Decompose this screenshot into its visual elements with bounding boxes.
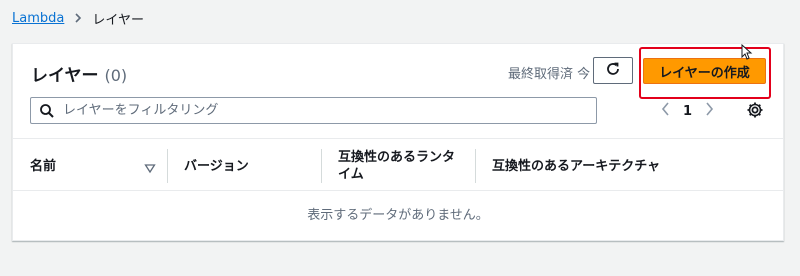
column-header-architectures[interactable]: 互換性のあるアーキテクチャ xyxy=(492,147,742,185)
divider xyxy=(13,138,783,139)
chevron-right-icon[interactable] xyxy=(704,102,714,120)
chevron-left-icon[interactable] xyxy=(661,102,671,120)
panel-header: レイヤー (0) xyxy=(31,61,128,86)
column-header-name[interactable]: 名前 xyxy=(30,147,140,185)
layer-count: (0) xyxy=(104,66,128,85)
column-header-version[interactable]: バージョン xyxy=(184,147,314,185)
mouse-cursor-icon xyxy=(741,43,753,60)
filter-search[interactable] xyxy=(30,97,597,124)
column-separator[interactable] xyxy=(475,149,476,183)
column-header-runtimes[interactable]: 互換性のあるランタイム xyxy=(338,147,468,185)
refresh-icon xyxy=(605,61,621,81)
gear-icon[interactable] xyxy=(746,101,764,119)
refresh-button[interactable] xyxy=(593,57,633,84)
sort-down-icon[interactable] xyxy=(144,159,156,174)
chevron-right-icon xyxy=(72,12,84,24)
layers-panel: レイヤー (0) 最終取得済 今 レイヤーの作成 1 xyxy=(12,43,784,241)
page-number[interactable]: 1 xyxy=(683,104,692,119)
divider xyxy=(13,190,783,191)
breadcrumb-current: レイヤー xyxy=(92,12,144,28)
last-fetched-text: 最終取得済 今 xyxy=(508,67,591,82)
column-separator[interactable] xyxy=(167,149,168,183)
empty-state-text: 表示するデータがありません。 xyxy=(307,208,489,223)
column-separator[interactable] xyxy=(321,149,322,183)
create-layer-button[interactable]: レイヤーの作成 xyxy=(643,58,766,84)
filter-input[interactable] xyxy=(61,102,585,119)
breadcrumb: Lambda レイヤー xyxy=(12,8,144,28)
breadcrumb-lambda-link[interactable]: Lambda xyxy=(12,11,64,26)
search-icon xyxy=(39,103,55,119)
panel-title: レイヤー xyxy=(31,66,99,86)
pagination: 1 xyxy=(661,100,714,122)
